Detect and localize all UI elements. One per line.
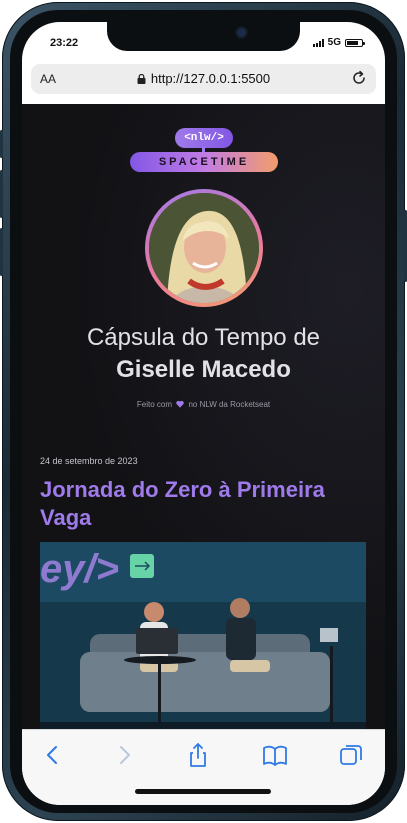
address-bar[interactable]: AA http://127.0.0.1:5500 (31, 64, 376, 94)
screen: 23:22 5G AA http://127.0.0.1:5500 <nlw/>… (22, 22, 385, 805)
status-indicators: 5G (312, 37, 365, 48)
made-with-credit: Feito com no NLW da Rocketseat (22, 400, 385, 409)
memory-photo: ey/> (40, 542, 366, 729)
memory-title[interactable]: Jornada do Zero à Primeira Vaga (40, 476, 360, 532)
photo-sign-text: ey/> (40, 547, 119, 591)
memory-photo-illustration: ey/> (40, 542, 366, 729)
signal-icon (312, 38, 324, 47)
volume-down-button-2 (0, 228, 3, 276)
battery-icon (345, 38, 365, 47)
camera-icon (237, 28, 246, 37)
network-label: 5G (327, 37, 341, 48)
forward-icon[interactable] (111, 742, 137, 768)
status-time: 23:22 (50, 37, 79, 49)
nlw-logo: <nlw/> (175, 128, 233, 148)
avatar-photo (149, 193, 259, 303)
back-icon[interactable] (40, 742, 66, 768)
bookmarks-icon[interactable] (262, 742, 288, 768)
reload-icon[interactable] (351, 70, 367, 86)
page-title-line1: Cápsula do Tempo de (86, 324, 321, 351)
notch (107, 22, 300, 51)
tabs-icon[interactable] (338, 742, 364, 768)
made-with-prefix: Feito com (136, 400, 172, 409)
lock-icon (137, 74, 146, 84)
heart-icon (176, 400, 184, 408)
memory-date: 24 de setembro de 2023 (40, 456, 138, 466)
avatar (145, 189, 263, 307)
volume-down-button (0, 170, 3, 218)
share-icon[interactable] (185, 742, 211, 768)
avatar-illustration (149, 193, 259, 303)
page-content: <nlw/> SPACETIME Cápsula do Tempo de Gis… (22, 104, 385, 729)
volume-up-button (0, 130, 3, 158)
spacetime-logo: SPACETIME (130, 152, 278, 172)
battery-level (347, 40, 358, 45)
url-display[interactable]: http://127.0.0.1:5500 (31, 71, 376, 86)
url-text: http://127.0.0.1:5500 (150, 71, 271, 86)
home-indicator (135, 789, 271, 794)
page-title-owner: Giselle Macedo (116, 356, 291, 383)
made-with-suffix: no NLW da Rocketseat (188, 400, 271, 409)
